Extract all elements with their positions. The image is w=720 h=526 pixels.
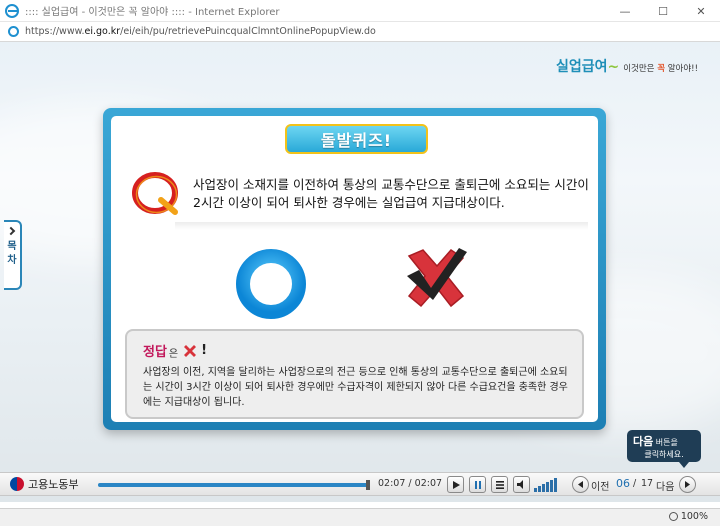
lesson-content: 실업급여 ~ 이것만은 꼭 알아야!! 목차 돌발퀴즈! 사업장이 소재지를 이… bbox=[0, 42, 720, 502]
page-total: 17 bbox=[641, 478, 654, 489]
url-text[interactable]: https://www.ei.go.kr/ei/eih/pu/retrieveP… bbox=[25, 26, 376, 37]
time-display: 02:07 / 02:07 bbox=[378, 478, 442, 489]
mute-button[interactable] bbox=[513, 476, 530, 493]
zoom-control[interactable]: 100% bbox=[668, 511, 708, 522]
toc-tab[interactable]: 목차 bbox=[4, 220, 22, 290]
answer-o-button[interactable] bbox=[235, 248, 307, 320]
brand-sub: 이것만은 꼭 알아야!! bbox=[623, 62, 698, 74]
page-current: 06 bbox=[616, 477, 630, 490]
progress-fill bbox=[98, 483, 370, 487]
quiz-card-inner: 돌발퀴즈! 사업장이 소재지를 이전하여 통상의 교통수단으로 출퇴근에 소요되… bbox=[111, 116, 598, 422]
answer-exclamation: ! bbox=[201, 343, 208, 358]
maximize-button[interactable]: ☐ bbox=[644, 0, 682, 22]
brand-main: 실업급여 bbox=[555, 59, 608, 75]
player-bar: 고용노동부 02:07 / 02:07 이전 06 / 17 다음 bbox=[0, 472, 720, 496]
next-tooltip: 다음 버튼을 클릭하세요. bbox=[627, 430, 701, 468]
pause-button[interactable] bbox=[469, 476, 486, 493]
time-separator: / bbox=[408, 478, 412, 489]
answer-label: 정답 bbox=[143, 345, 167, 360]
question-text: 사업장이 소재지를 이전하여 통상의 교통수단으로 출퇴근에 소요되는 시간이 … bbox=[193, 177, 589, 210]
chevron-right-icon bbox=[6, 226, 16, 236]
quiz-card: 돌발퀴즈! 사업장이 소재지를 이전하여 통상의 교통수단으로 출퇴근에 소요되… bbox=[103, 108, 606, 430]
quiz-banner-title: 돌발퀴즈! bbox=[320, 131, 393, 150]
progress-handle[interactable] bbox=[366, 480, 370, 490]
window-title: :::: 실업급여 - 이것만은 꼭 알아야 :::: - Internet E… bbox=[25, 7, 280, 18]
time-total: 02:07 bbox=[414, 478, 443, 489]
menu-button[interactable] bbox=[491, 476, 508, 493]
volume-bar bbox=[538, 486, 541, 492]
time-current: 02:07 bbox=[378, 478, 406, 489]
answer-explanation-box: 정답 은 ! 사업장의 이전, 지역을 달리하는 사업장으로의 전근 등으로 인… bbox=[125, 329, 584, 419]
list-icon bbox=[495, 480, 504, 489]
page-separator: / bbox=[633, 478, 637, 489]
url-prefix: https://www. bbox=[25, 26, 85, 37]
volume-bar bbox=[534, 488, 537, 492]
brand-sub-highlight: 꼭 bbox=[657, 64, 666, 74]
prev-label[interactable]: 이전 bbox=[591, 478, 609, 493]
next-tooltip-small: 버튼을 bbox=[655, 438, 678, 447]
x-mark-icon bbox=[184, 344, 197, 357]
chevron-right-icon bbox=[685, 481, 690, 488]
volume-bar bbox=[550, 480, 553, 492]
answer-title: 정답 은 ! bbox=[143, 341, 207, 360]
play-icon bbox=[452, 480, 460, 489]
next-page-button[interactable] bbox=[679, 476, 696, 493]
volume-bar bbox=[554, 478, 557, 492]
status-bar: 100% bbox=[0, 508, 720, 526]
pause-icon bbox=[474, 480, 481, 489]
play-button[interactable] bbox=[447, 476, 464, 493]
minimize-button[interactable]: — bbox=[606, 0, 644, 22]
next-tooltip-bold: 다음 bbox=[633, 435, 654, 448]
window-title-bar: :::: 실업급여 - 이것만은 꼭 알아야 :::: - Internet E… bbox=[0, 0, 720, 22]
progress-bar[interactable] bbox=[98, 480, 370, 490]
question-divider bbox=[175, 222, 588, 230]
brand-sub-suffix: 알아야!! bbox=[665, 64, 698, 74]
zoom-icon bbox=[668, 512, 678, 521]
government-emblem-icon bbox=[10, 477, 24, 491]
prev-page-button[interactable] bbox=[572, 476, 589, 493]
toc-label: 목차 bbox=[7, 241, 17, 266]
answer-particle: 은 bbox=[168, 348, 179, 360]
next-tooltip-line1: 다음 버튼을 bbox=[633, 433, 695, 449]
org-name: 고용노동부 bbox=[28, 478, 79, 491]
answer-x-button[interactable] bbox=[397, 240, 473, 316]
next-label[interactable]: 다음 bbox=[656, 478, 674, 493]
speaker-icon bbox=[516, 480, 523, 489]
next-tooltip-line2: 클릭하세요. bbox=[644, 450, 684, 459]
zoom-level: 100% bbox=[680, 511, 708, 522]
url-domain: ei.go.kr bbox=[84, 26, 121, 37]
brand-logo: 실업급여 ~ 이것만은 꼭 알아야!! bbox=[556, 56, 698, 76]
site-icon bbox=[8, 26, 19, 37]
address-bar[interactable]: https://www.ei.go.kr/ei/eih/pu/retrieveP… bbox=[0, 22, 720, 42]
url-path: /ei/eih/pu/retrievePuincqualClmntOnlineP… bbox=[120, 26, 376, 37]
volume-level[interactable] bbox=[534, 478, 557, 492]
chevron-left-icon bbox=[578, 481, 583, 488]
brand-sub-prefix: 이것만은 bbox=[623, 64, 658, 74]
close-button[interactable]: ✕ bbox=[682, 0, 720, 22]
volume-bar bbox=[546, 482, 549, 492]
window-controls: — ☐ ✕ bbox=[606, 0, 720, 22]
ie-logo-icon bbox=[5, 3, 19, 18]
volume-bar bbox=[542, 484, 545, 492]
answer-explanation-text: 사업장의 이전, 지역을 달리하는 사업장으로의 전근 등으로 인해 통상의 교… bbox=[143, 367, 568, 408]
brand-tilde: ~ bbox=[607, 59, 620, 75]
question-q-icon bbox=[132, 172, 178, 215]
quiz-banner: 돌발퀴즈! bbox=[285, 124, 428, 154]
